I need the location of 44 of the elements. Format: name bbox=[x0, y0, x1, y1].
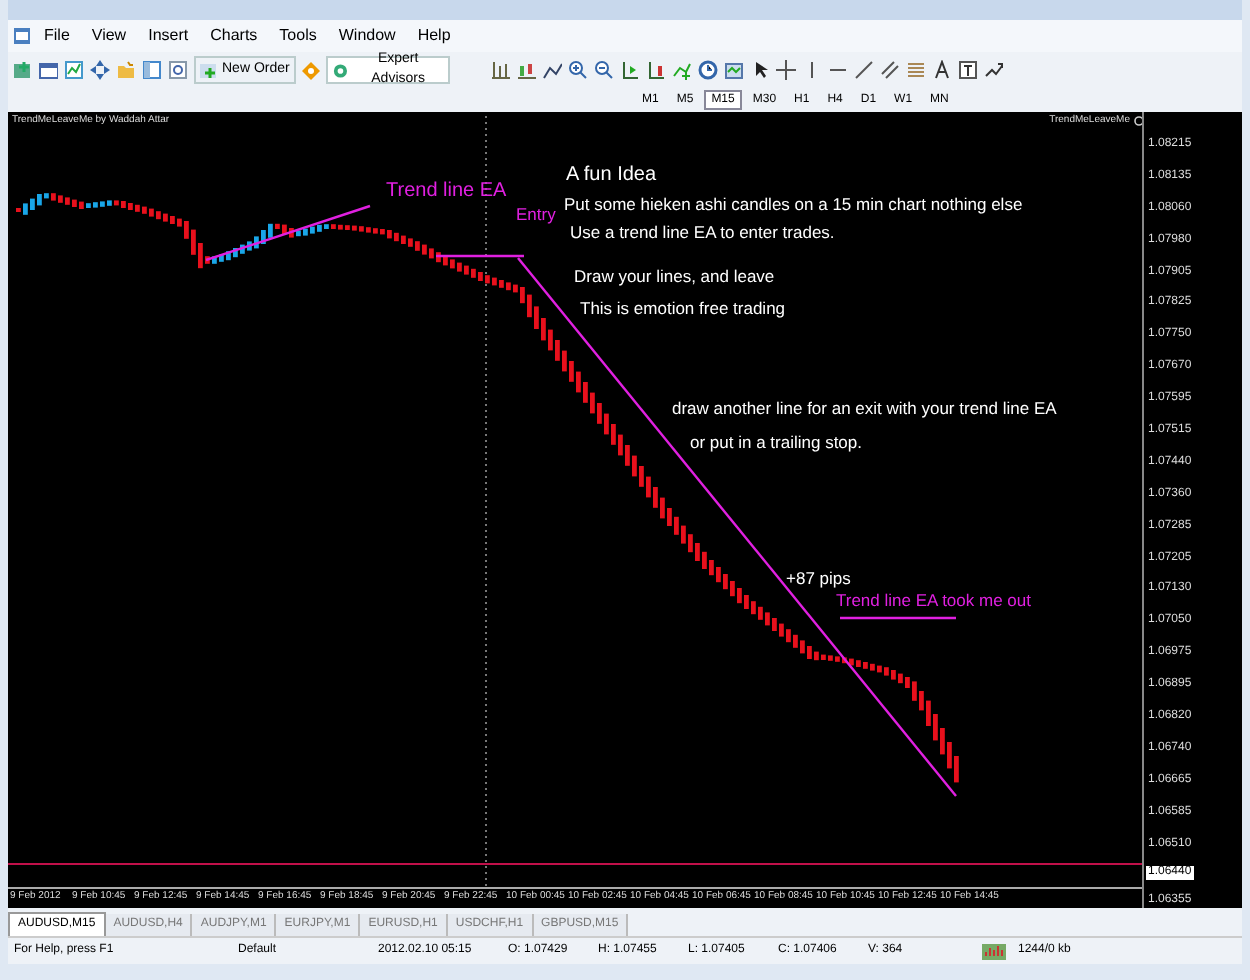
menu-item[interactable]: Help bbox=[407, 24, 461, 48]
panel-icon[interactable] bbox=[142, 60, 162, 80]
window-icon[interactable] bbox=[38, 60, 58, 80]
chart-annotation: This is emotion free trading bbox=[580, 300, 786, 317]
chart-annotation: Put some hieken ashi candles on a 15 min chart nothing else bbox=[564, 196, 1023, 213]
shift-icon[interactable] bbox=[645, 60, 666, 80]
chart-annotation: or put in a trailing stop. bbox=[690, 434, 862, 451]
candles-icon[interactable] bbox=[515, 60, 536, 80]
folder-icon[interactable] bbox=[116, 60, 136, 80]
line-chart-icon[interactable] bbox=[541, 60, 562, 80]
chart-annotation: A fun Idea bbox=[566, 166, 657, 186]
arrows-icon[interactable] bbox=[983, 60, 1004, 80]
menu-item[interactable]: Window bbox=[328, 24, 406, 48]
connection-icon bbox=[982, 943, 1006, 959]
chart-annotation: Trend line EA bbox=[386, 182, 507, 202]
trend-line[interactable] bbox=[205, 204, 371, 262]
plus-icon[interactable] bbox=[200, 61, 218, 79]
trend-line[interactable] bbox=[436, 254, 524, 258]
zoom-in-icon[interactable] bbox=[567, 60, 588, 80]
label-icon[interactable] bbox=[957, 60, 978, 80]
text-icon[interactable] bbox=[931, 60, 952, 80]
move-icon[interactable] bbox=[90, 60, 110, 80]
crosshair-icon[interactable] bbox=[775, 60, 796, 80]
chart-annotation: Trend line EA took me out bbox=[836, 592, 1031, 609]
template-icon[interactable] bbox=[723, 60, 744, 80]
clock-icon[interactable] bbox=[697, 60, 718, 80]
menu-item[interactable]: File bbox=[34, 24, 80, 48]
chart-icon[interactable] bbox=[64, 60, 84, 80]
menu-item[interactable]: View bbox=[81, 24, 137, 48]
menu-item[interactable]: Tools bbox=[269, 24, 327, 48]
zoom-out-icon[interactable] bbox=[593, 60, 614, 80]
chart-annotation: draw another line for an exit with your trend line EA bbox=[672, 400, 1057, 417]
chart-annotation: Draw your lines, and leave bbox=[574, 268, 775, 285]
chart-annotation: Entry bbox=[516, 206, 556, 223]
chart-annotation: +87 pips bbox=[786, 570, 851, 587]
chart-annotation: Use a trend line EA to enter trades. bbox=[570, 224, 835, 241]
bar-chart-icon[interactable] bbox=[489, 60, 510, 80]
add-chart-icon[interactable] bbox=[12, 60, 32, 80]
menu-item[interactable]: Charts bbox=[200, 24, 268, 48]
trendline-icon[interactable] bbox=[853, 60, 874, 80]
trend-line[interactable] bbox=[840, 616, 956, 620]
scroll-icon[interactable] bbox=[619, 60, 640, 80]
channel-icon[interactable] bbox=[879, 60, 900, 80]
menu-item[interactable]: Insert bbox=[138, 24, 199, 48]
